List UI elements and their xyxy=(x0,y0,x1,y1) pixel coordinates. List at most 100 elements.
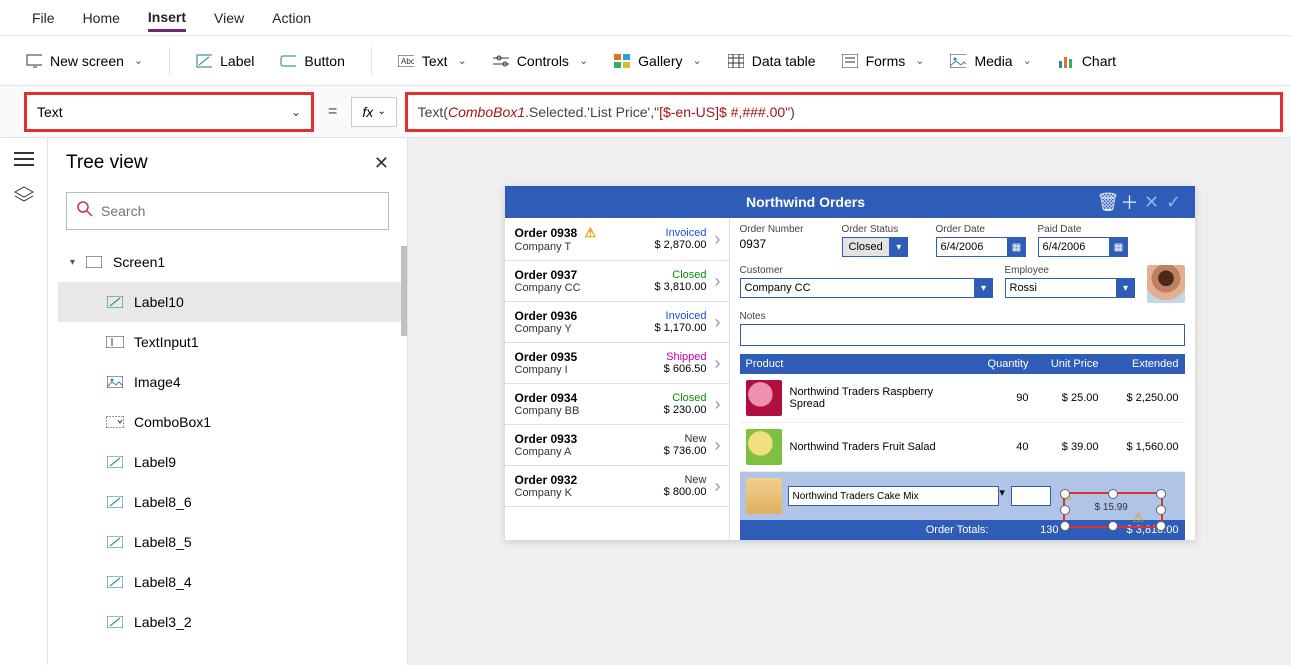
tree-search[interactable] xyxy=(66,192,389,230)
order-company: Company T xyxy=(515,241,655,253)
divider xyxy=(371,47,372,75)
order-row[interactable]: Order 0936Company YInvoiced$ 1,170.00› xyxy=(505,302,729,343)
order-row[interactable]: Order 0935Company IShipped$ 606.50› xyxy=(505,343,729,384)
close-icon[interactable]: ✕ xyxy=(374,153,389,174)
order-row[interactable]: Order 0934Company BBClosed$ 230.00› xyxy=(505,384,729,425)
button-button[interactable]: Button xyxy=(280,53,344,69)
tree-body: ▾ Screen1 Label10TextInput1 Image4 ComboBo… xyxy=(48,242,407,642)
label-icon xyxy=(106,615,124,629)
text-button[interactable]: Abc Text xyxy=(398,53,467,69)
expand-icon[interactable]: ▾ xyxy=(70,257,75,268)
tree-item[interactable]: Label9 xyxy=(58,442,407,482)
chevron-right-icon: › xyxy=(711,312,725,333)
app-title: Northwind Orders xyxy=(515,194,1097,210)
warning-icon: ⚠ xyxy=(585,225,597,240)
chevron-down-icon: ▾ xyxy=(890,237,908,257)
data-table-btn-label: Data table xyxy=(752,53,816,69)
totals-amount: $ 3,810.00 xyxy=(1079,524,1179,536)
delete-icon[interactable]: 🗑 xyxy=(1097,192,1119,213)
tree-item-label: Label8_4 xyxy=(134,574,192,590)
controls-btn-label: Controls xyxy=(517,53,569,69)
product-row[interactable]: Northwind Traders Raspberry Spread90$ 25… xyxy=(740,374,1185,423)
order-status-value: Closed xyxy=(842,237,890,257)
order-row[interactable]: Order 0932Company KNew$ 800.00› xyxy=(505,466,729,507)
cancel-icon[interactable]: ✕ xyxy=(1141,192,1163,213)
col-unit: Unit Price xyxy=(1029,358,1099,370)
new-screen-label: New screen xyxy=(50,53,124,69)
search-icon xyxy=(77,201,93,222)
tree-title: Tree view xyxy=(66,152,148,174)
data-table-button[interactable]: Data table xyxy=(728,53,816,69)
qty-input[interactable] xyxy=(1011,486,1051,506)
tree-item[interactable]: Label8_5 xyxy=(58,522,407,562)
order-row[interactable]: Order 0938 ⚠Company TInvoiced$ 2,870.00› xyxy=(505,218,729,261)
order-date-input[interactable]: 6/4/2006 ▦ xyxy=(936,237,1026,257)
combo-icon xyxy=(106,415,124,429)
data-table-icon xyxy=(728,53,744,69)
menu-view[interactable]: View xyxy=(214,4,244,32)
order-row[interactable]: Order 0933Company ANew$ 736.00› xyxy=(505,425,729,466)
menu-insert[interactable]: Insert xyxy=(148,3,186,32)
customer-select[interactable]: Company CC ▾ xyxy=(740,278,993,298)
formula-input[interactable]: Text( ComboBox1.Selected.'List Price', "… xyxy=(405,92,1283,132)
tree-root[interactable]: ▾ Screen1 xyxy=(58,242,407,282)
order-row[interactable]: Order 0937Company CCClosed$ 3,810.00› xyxy=(505,261,729,302)
canvas[interactable]: Northwind Orders 🗑 ＋ ✕ ✓ Order 0938 ⚠Com… xyxy=(408,138,1291,665)
gallery-button[interactable]: Gallery xyxy=(614,53,702,69)
controls-button[interactable]: Controls xyxy=(493,53,588,69)
menu-home[interactable]: Home xyxy=(83,4,120,32)
chevron-right-icon: › xyxy=(711,229,725,250)
calendar-icon: ▦ xyxy=(1110,237,1128,257)
order-amount: $ 230.00 xyxy=(664,404,707,416)
search-input[interactable] xyxy=(101,203,378,219)
label-button[interactable]: Label xyxy=(196,53,254,69)
forms-button[interactable]: Forms xyxy=(842,53,925,69)
orders-list[interactable]: Order 0938 ⚠Company TInvoiced$ 2,870.00›… xyxy=(505,218,730,540)
property-selector[interactable]: Text ⌄ xyxy=(24,92,314,132)
product-combo[interactable]: Northwind Traders Cake Mix ▾ xyxy=(788,486,1005,506)
new-screen-button[interactable]: New screen xyxy=(26,53,143,69)
notes-input[interactable] xyxy=(740,324,1185,346)
menu-action[interactable]: Action xyxy=(272,4,311,32)
tree-item[interactable]: ComboBox1 xyxy=(58,402,407,442)
layers-icon[interactable] xyxy=(14,186,34,209)
employee-select[interactable]: Rossi ▾ xyxy=(1005,278,1135,298)
order-id: Order 0933 xyxy=(515,432,664,446)
media-button[interactable]: Media xyxy=(950,53,1031,69)
order-amount: $ 1,170.00 xyxy=(655,322,707,334)
tree-item-label: Image4 xyxy=(134,374,181,390)
media-icon xyxy=(950,53,966,69)
tree-item-label: ComboBox1 xyxy=(134,414,211,430)
product-combo-value: Northwind Traders Cake Mix xyxy=(788,486,1000,506)
chart-button[interactable]: Chart xyxy=(1058,53,1116,69)
product-row[interactable]: Northwind Traders Fruit Salad40$ 39.00$ … xyxy=(740,423,1185,472)
menu-file[interactable]: File xyxy=(32,4,55,32)
order-company: Company CC xyxy=(515,282,655,294)
hamburger-icon[interactable] xyxy=(14,152,34,166)
paid-date-input[interactable]: 6/4/2006 ▦ xyxy=(1038,237,1128,257)
tree-item[interactable]: Label10 xyxy=(58,282,407,322)
order-status: Shipped xyxy=(664,351,707,363)
order-status-select[interactable]: Closed ▾ xyxy=(842,237,924,257)
fx-button[interactable]: fx ⌄ xyxy=(351,97,396,127)
label-icon xyxy=(106,495,124,509)
products-header: Product Quantity Unit Price Extended xyxy=(740,354,1185,374)
tree-item[interactable]: Label8_4 xyxy=(58,562,407,602)
tree-item[interactable]: Label8_6 xyxy=(58,482,407,522)
order-amount: $ 736.00 xyxy=(664,445,707,457)
product-name: Northwind Traders Raspberry Spread xyxy=(790,386,969,410)
gallery-btn-label: Gallery xyxy=(638,53,682,69)
formula-control: ComboBox1 xyxy=(448,104,525,120)
add-icon[interactable]: ＋ xyxy=(1119,189,1141,215)
chevron-down-icon: ⌄ xyxy=(377,106,385,117)
confirm-icon[interactable]: ✓ xyxy=(1163,192,1185,213)
image-icon xyxy=(106,375,124,389)
text-btn-label: Text xyxy=(422,53,448,69)
tree-item[interactable]: Label3_2 xyxy=(58,602,407,642)
tree-item[interactable]: TextInput1 xyxy=(58,322,407,362)
button-btn-label: Button xyxy=(304,53,344,69)
customer-value: Company CC xyxy=(740,278,975,298)
scrollbar-thumb[interactable] xyxy=(401,246,407,336)
paid-date-value: 6/4/2006 xyxy=(1038,237,1110,257)
tree-item[interactable]: Image4 xyxy=(58,362,407,402)
